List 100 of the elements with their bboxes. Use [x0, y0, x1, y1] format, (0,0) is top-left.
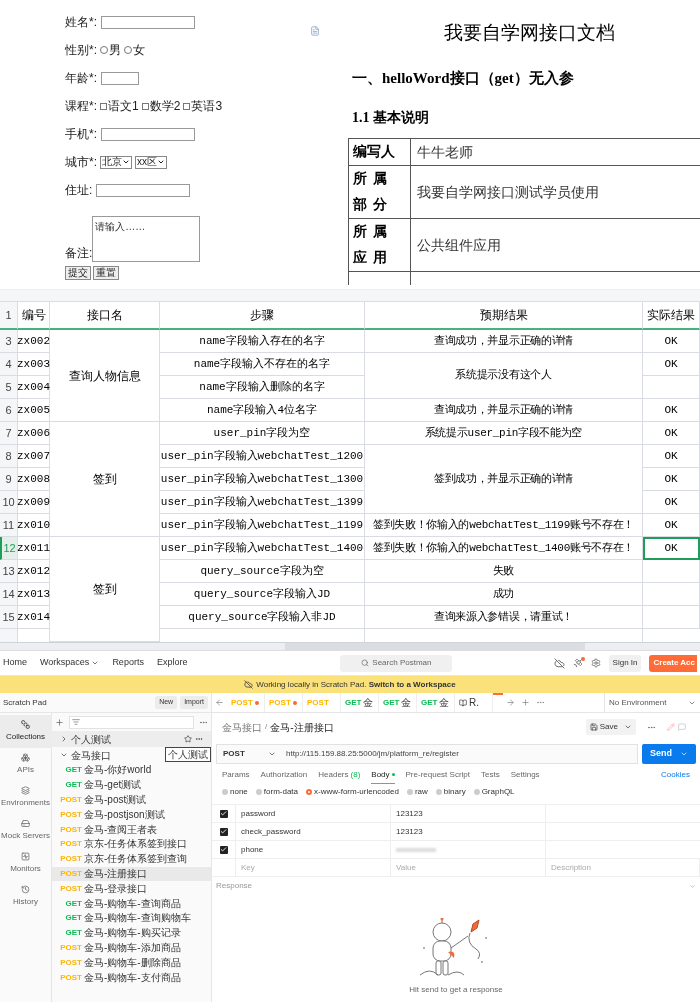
radio-label: 女	[133, 42, 145, 59]
request-name: 金马-post测试	[84, 795, 147, 805]
field-label: 住址:	[65, 182, 93, 199]
breadcrumb-item: 金马-注册接口	[270, 720, 334, 735]
method-label: POST	[231, 696, 253, 709]
field-label: 姓名*:	[65, 14, 97, 31]
column-header: 步骤	[160, 302, 365, 330]
method-label: GET	[64, 899, 82, 908]
response-label: Response	[216, 880, 253, 892]
table-cell: name字段输入删除的名字	[160, 376, 365, 399]
table-cell: phone	[236, 841, 391, 858]
method-label: GET	[345, 696, 362, 709]
table-cell: 签到失败！你输入的webchatTest_1400账号不存在！	[365, 537, 643, 560]
table-cell: 成功	[365, 583, 643, 606]
radio-label: x-www-form-urlencoded	[314, 785, 399, 798]
checkbox-label: 英语3	[191, 98, 223, 115]
table-cell: 系统提示没有这个人	[365, 353, 643, 399]
table-cell-text: 公共组件应用	[416, 236, 502, 255]
method-label: POST	[60, 869, 82, 878]
subsection-heading: 1.1 基本说明	[352, 109, 430, 127]
method-label: POST	[60, 855, 82, 864]
request-name: 金马-你好world	[84, 765, 152, 776]
breadcrumb-separator: /	[265, 721, 268, 733]
table-cell: user_pin字段输入webchatTest_1399	[160, 491, 365, 514]
table-cell: 编写人	[349, 139, 411, 165]
tooltip: 个人测试	[165, 747, 211, 762]
checkbox-label: 语文1	[108, 98, 139, 115]
method-label: GET	[64, 766, 82, 775]
section-heading: 一、helloWord接口（get）无入参	[352, 68, 575, 88]
table-cell: query_source字段输入非JD	[160, 606, 365, 629]
table-cell-text: 我要自学网接口测试学员使用	[416, 183, 600, 202]
table-cell: zx007	[18, 445, 50, 468]
table-cell: zx002	[18, 330, 50, 353]
method-label: POST	[60, 840, 82, 849]
table-cell: name字段输入存在的名字	[160, 330, 365, 353]
sidebar-title: Scratch Pad	[3, 696, 47, 709]
request-name: 京东-任务体系签到查询	[84, 854, 188, 865]
method-label: GET	[64, 914, 82, 923]
method-label: POST	[60, 796, 82, 804]
request-name: 金马-查阅王者表	[84, 824, 158, 835]
table-cell: 123123	[396, 807, 423, 820]
request-name: 金马-购物车-支付商品	[84, 972, 181, 983]
request-name: 金马-购物车-添加商品	[84, 942, 181, 953]
table-cell: query_source字段输入JD	[160, 583, 365, 606]
request-name: 金马-购物车-删除商品	[84, 957, 181, 968]
table-cell: user_pin字段输入webchatTest_1300	[160, 468, 365, 491]
field-label: 年龄*:	[65, 70, 97, 87]
field-label: 性别*:	[65, 42, 97, 59]
table-cell: zx003	[18, 353, 50, 376]
tab-label: R.	[469, 697, 479, 708]
tab-label: 金	[401, 697, 412, 708]
method-label: POST	[60, 884, 82, 893]
table-cell: user_pin字段输入webchatTest_1200	[160, 445, 365, 468]
table-cell: zx005	[18, 399, 50, 422]
request-name: 金马-注册接口	[84, 868, 148, 879]
table-cell: zx004	[18, 376, 50, 399]
url-text: http://115.159.88.25:5000/jm/platform_re/register	[285, 747, 459, 760]
field-label: 备注:	[65, 245, 93, 262]
checkbox-label: 数学2	[149, 98, 181, 115]
request-name: 金马-登录接口	[84, 883, 148, 894]
radio-label: raw	[414, 785, 428, 798]
method-label: GET	[64, 781, 82, 790]
table-cell: name字段输入4位名字	[160, 399, 365, 422]
table-cell: user_pin字段输入webchatTest_1400	[160, 537, 365, 560]
table-cell: zx006	[18, 422, 50, 445]
table-cell: 失败	[365, 560, 643, 583]
table-cell: 系统提示user_pin字段不能为空	[365, 422, 643, 445]
table-cell: zx013	[18, 583, 50, 606]
field-label: 手机*:	[65, 126, 97, 143]
method-label: POST	[60, 810, 82, 819]
table-cell: 所属部分	[349, 166, 411, 218]
document-title: 我要自学网接口文档	[444, 21, 615, 45]
method-label: POST	[60, 958, 82, 967]
table-cell: zx014	[18, 606, 50, 629]
request-name: 金马-购物车-查询购物车	[84, 913, 191, 924]
table-cell: user_pin字段为空	[160, 422, 365, 445]
field-label: 城市*:	[65, 154, 97, 171]
table-cell: 查询成功，并显示正确的详情	[365, 399, 643, 422]
table-cell-text: 牛牛老师	[416, 143, 474, 162]
table-cell: name字段输入不存在的名字	[160, 353, 365, 376]
column-header: 实际结果	[643, 302, 700, 330]
table-cell: 查询成功，并显示正确的详情	[365, 330, 643, 353]
radio-label: none	[230, 785, 248, 798]
radio-label: GraphQL	[481, 785, 515, 798]
table-cell: user_pin字段输入webchatTest_1199	[160, 514, 365, 537]
radio-label: binary	[443, 785, 466, 798]
field-label: 课程*:	[65, 98, 97, 115]
request-name: 京东-任务体系签到接口	[84, 839, 188, 850]
method-label: GET	[64, 929, 82, 938]
column-header: 编号	[18, 302, 50, 330]
table-cell: 签到	[50, 422, 160, 537]
table-cell: check_password	[236, 823, 391, 840]
table-cell: 签到成功，并显示正确的详情	[365, 445, 643, 514]
table-cell: password	[236, 805, 391, 822]
table-cell: zx012	[18, 560, 50, 583]
radio-label: form-data	[263, 785, 299, 798]
request-name: 金马-get测试	[84, 780, 142, 791]
radio-label: 男	[109, 42, 121, 59]
tab-label: 金	[439, 697, 450, 708]
method-label: POST	[60, 825, 82, 834]
